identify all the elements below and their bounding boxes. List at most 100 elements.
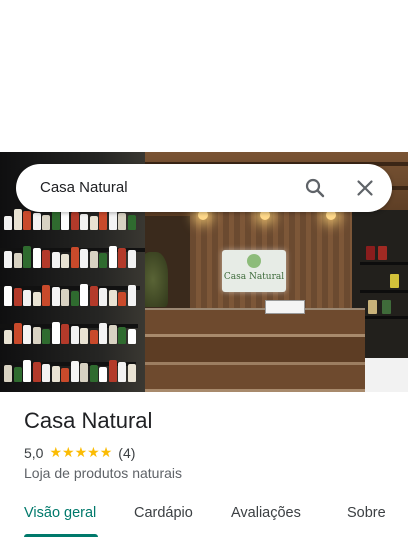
photo-product-bottle <box>23 325 31 344</box>
search-icon[interactable] <box>303 176 327 200</box>
photo-product-bottle <box>99 288 107 306</box>
photo-right-shelf <box>360 290 408 293</box>
photo-product-bottle <box>4 216 12 230</box>
photo-product-bottle <box>80 214 88 230</box>
photo-product-bottle <box>42 250 50 268</box>
photo-product <box>366 246 375 260</box>
rating-row[interactable]: 5,0 ★ ★ ★ ★ ★ (4) <box>24 444 135 462</box>
star-icon: ★ <box>99 445 113 461</box>
rating-value: 5,0 <box>24 445 44 461</box>
photo-product-bottle <box>127 329 136 344</box>
tab-avaliacoes[interactable]: Avaliações <box>231 496 301 536</box>
photo-product-bottle <box>4 286 12 306</box>
photo-product-bottle <box>118 292 126 306</box>
tab-visao-geral[interactable]: Visão geral <box>24 496 96 536</box>
photo-product-bottle <box>13 209 22 230</box>
photo-product-bottle <box>118 248 126 268</box>
photo-cabinet <box>364 358 408 392</box>
photo-product-bottle <box>32 248 41 268</box>
photo-product-bottle <box>42 285 50 306</box>
photo-product-bottle <box>51 322 60 344</box>
photo-product-bottle <box>118 362 126 382</box>
photo-counter <box>140 310 365 392</box>
search-input[interactable]: Casa Natural <box>40 164 128 212</box>
photo-product-bottle <box>61 289 69 306</box>
photo-product-bottle <box>80 249 88 268</box>
photo-store-sign: Casa Natural <box>222 250 286 292</box>
photo-product-bottle <box>127 215 136 230</box>
photo-product-bottle <box>80 328 88 344</box>
photo-product-bottle <box>32 362 41 382</box>
photo-product-bottle <box>99 253 107 268</box>
photo-product-bottle <box>42 329 50 344</box>
photo-product-bottle <box>32 327 41 344</box>
photo-product-bottle <box>108 360 117 382</box>
photo-product-bottle <box>13 253 22 268</box>
photo-product-bottle <box>23 211 31 230</box>
photo-right-shelf <box>360 316 408 319</box>
star-icon: ★ <box>74 445 88 461</box>
photo-right-shelf <box>360 262 408 265</box>
place-tabs: Visão geral Cardápio Avaliações Sobre <box>0 496 408 544</box>
place-category[interactable]: Loja de produtos naturais <box>24 465 182 481</box>
photo-product-bottle <box>70 247 79 268</box>
photo-product-bottle <box>70 326 79 344</box>
photo-product-bottle <box>127 250 136 268</box>
tab-cardapio[interactable]: Cardápio <box>134 496 193 536</box>
photo-sign-label: Casa Natural <box>223 272 285 282</box>
photo-product-bottle <box>108 211 117 230</box>
photo-product-bottle <box>89 365 98 382</box>
photo-product-bottle <box>80 284 88 306</box>
photo-product-bottle <box>32 213 41 230</box>
photo-product-bottle <box>108 325 117 344</box>
star-icon: ★ <box>62 445 75 461</box>
photo-product <box>368 300 377 314</box>
photo-product-bottle <box>23 360 31 382</box>
photo-product-bottle <box>127 285 136 306</box>
place-title: Casa Natural <box>24 408 153 433</box>
map-blank-area <box>0 0 408 152</box>
photo-product-bottle <box>61 368 69 382</box>
search-bar[interactable]: Casa Natural <box>16 164 392 212</box>
photo-product-bottle <box>51 366 60 382</box>
photo-product-bottle <box>89 330 98 344</box>
photo-product-bottle <box>13 367 22 382</box>
photo-product-bottle <box>99 367 107 382</box>
photo-product-bottle <box>13 288 22 306</box>
photo-product-bottle <box>4 251 12 268</box>
photo-product <box>378 246 387 260</box>
photo-product-bottle <box>118 327 126 344</box>
tab-sobre[interactable]: Sobre <box>347 496 386 536</box>
active-tab-indicator <box>24 534 98 537</box>
photo-product-bottle <box>89 286 98 306</box>
photo-product-bottle <box>42 215 50 230</box>
photo-product-bottle <box>99 323 107 344</box>
photo-product-bottle <box>51 287 60 306</box>
photo-product-bottle <box>13 323 22 344</box>
photo-product-bottle <box>108 290 117 306</box>
photo-product-bottle <box>42 364 50 382</box>
star-icon: ★ <box>87 445 100 461</box>
photo-product-bottle <box>80 363 88 382</box>
photo-product-bottle <box>23 290 31 306</box>
photo-product <box>390 274 399 288</box>
photo-product-bottle <box>89 216 98 230</box>
review-count[interactable]: (4) <box>118 445 135 461</box>
photo-product-bottle <box>70 291 79 306</box>
star-icon: ★ <box>49 445 63 461</box>
photo-product-bottle <box>23 246 31 268</box>
photo-product-bottle <box>4 330 12 344</box>
photo-product-bottle <box>61 254 69 268</box>
photo-product-bottle <box>127 364 136 382</box>
photo-product-bottle <box>89 251 98 268</box>
photo-product-bottle <box>32 292 41 306</box>
photo-product-bottle <box>118 213 126 230</box>
photo-product-bottle <box>51 252 60 268</box>
close-icon[interactable] <box>353 176 377 200</box>
photo-product-bottle <box>61 210 69 230</box>
photo-product-bottle <box>70 361 79 382</box>
leaf-logo-icon <box>247 254 261 268</box>
photo-product-bottle <box>4 365 12 382</box>
photo-product-bottle <box>61 324 69 344</box>
photo-monitor <box>265 300 305 314</box>
